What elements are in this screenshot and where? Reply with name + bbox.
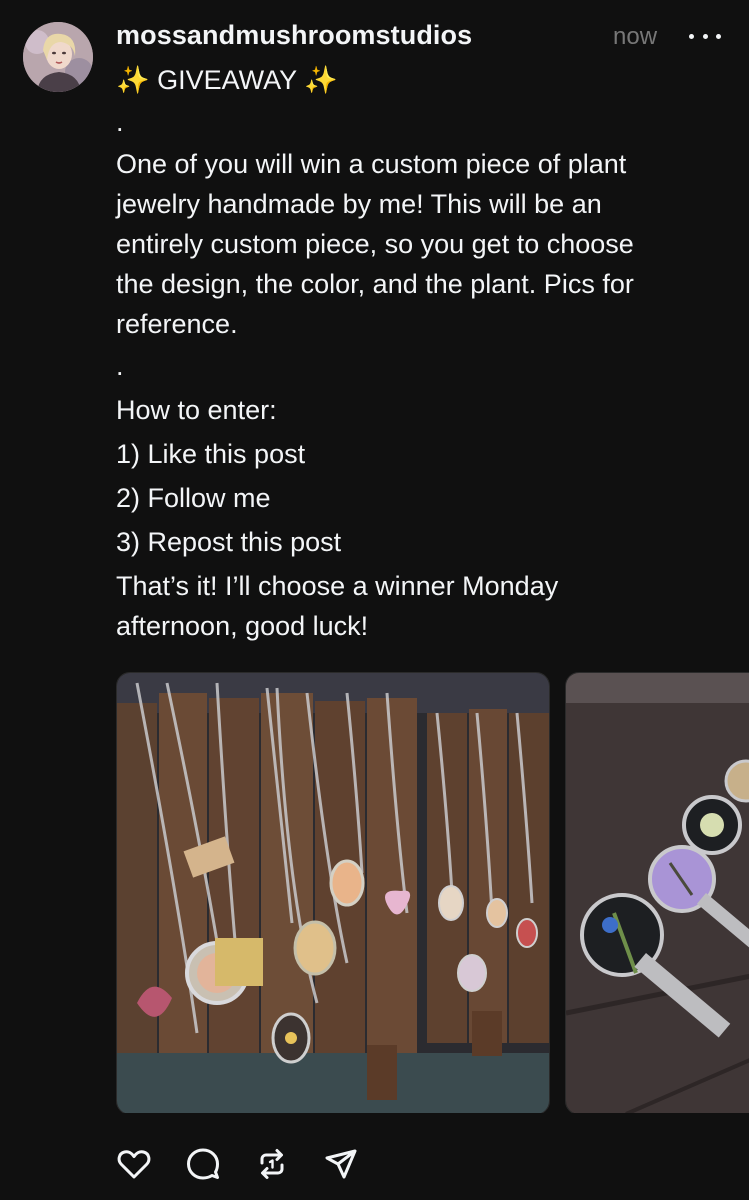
- more-horizontal-icon: [702, 33, 708, 39]
- timestamp: now: [613, 23, 658, 50]
- separator-dot: .: [116, 107, 124, 137]
- sparkles-emoji: ✨: [304, 65, 338, 95]
- share-button[interactable]: [323, 1146, 359, 1182]
- paragraph-line: One of you will win a custom piece of pl…: [116, 149, 627, 179]
- more-options-button[interactable]: [689, 22, 721, 50]
- reply-button[interactable]: [185, 1146, 221, 1182]
- avatar-image: [23, 22, 93, 92]
- username[interactable]: mossandmushroomstudios: [116, 20, 472, 51]
- like-button[interactable]: [116, 1146, 152, 1182]
- share-icon: [325, 1149, 357, 1179]
- separator-dot: .: [116, 351, 124, 381]
- media-carousel[interactable]: [116, 672, 749, 1113]
- paragraph-line: jewelry handmade by me! This will be an: [116, 189, 602, 219]
- step-line: 2) Follow me: [116, 483, 271, 513]
- post-title-line: ✨ GIVEAWAY ✨: [116, 60, 716, 100]
- comment-icon: [187, 1148, 219, 1180]
- post-text: ✨ GIVEAWAY ✨ . One of you will win a cus…: [116, 60, 716, 644]
- avatar[interactable]: [23, 22, 93, 92]
- closing-line: afternoon, good luck!: [116, 611, 369, 641]
- closing-line: That’s it! I’ll choose a winner Monday: [116, 571, 559, 601]
- paragraph-line: entirely custom piece, so you get to cho…: [116, 229, 634, 259]
- how-to-enter-heading: How to enter:: [116, 395, 277, 425]
- post-title: GIVEAWAY: [157, 65, 297, 95]
- photo-key-pendants[interactable]: [565, 672, 749, 1113]
- key-pendants-image: [566, 673, 749, 1113]
- sparkles-emoji: ✨: [116, 65, 150, 95]
- step-line: 3) Repost this post: [116, 527, 342, 557]
- thread-post: mossandmushroomstudios now ✨ GIVEAWAY ✨ …: [0, 0, 749, 1200]
- paragraph-line: reference.: [116, 309, 238, 339]
- paragraph-line: the design, the color, and the plant. Pi…: [116, 269, 634, 299]
- photo-necklaces-display[interactable]: [116, 672, 550, 1113]
- step-line: 1) Like this post: [116, 439, 306, 469]
- repost-button[interactable]: [254, 1146, 290, 1182]
- more-horizontal-icon: [716, 33, 721, 39]
- more-horizontal-icon: [689, 33, 694, 39]
- necklaces-image: [117, 673, 549, 1113]
- post-actions: [116, 1142, 392, 1186]
- heart-icon: [117, 1150, 151, 1179]
- repost-icon: [260, 1149, 284, 1179]
